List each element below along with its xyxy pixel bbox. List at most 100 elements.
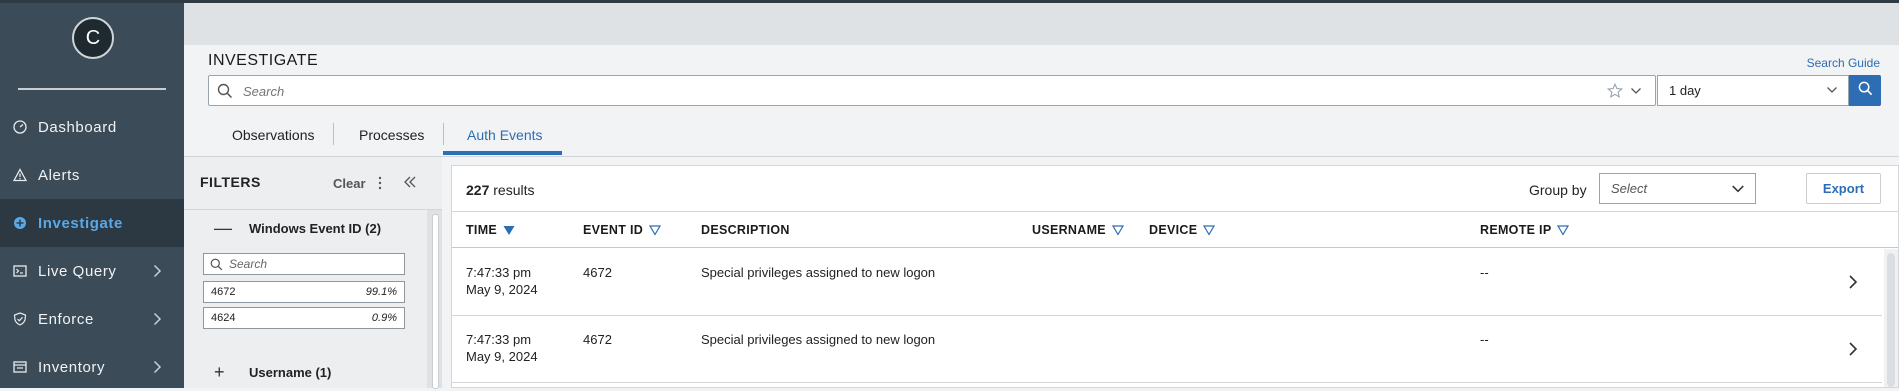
cell-remote-ip: --	[1480, 265, 1489, 280]
group-by-select[interactable]: Select	[1599, 173, 1756, 204]
app-logo[interactable]: C	[72, 17, 114, 59]
filter-sort-icon[interactable]	[1557, 224, 1570, 236]
cell-remote-ip: --	[1480, 332, 1489, 347]
filter-group-username[interactable]: + Username (1)	[184, 357, 426, 387]
cell-event-id: 4672	[583, 332, 612, 347]
scrollbar-thumb[interactable]	[1887, 253, 1895, 387]
sidebar-item-label: Alerts	[38, 166, 80, 184]
time-value: 7:47:33 pm	[466, 332, 532, 347]
collapse-toggle-icon[interactable]: —	[214, 218, 232, 239]
saved-search-dropdown-icon[interactable]	[1630, 84, 1642, 102]
sidebar-item-label: Live Query	[38, 262, 117, 280]
chevron-down-icon	[1826, 84, 1838, 99]
filters-header: FILTERS Clear	[184, 157, 442, 210]
filter-search-placeholder: Search	[229, 257, 268, 271]
results-count-number: 227	[466, 182, 490, 198]
scrollbar-thumb[interactable]	[432, 214, 439, 389]
filter-group-label: Username (1)	[249, 364, 332, 380]
time-value: 7:47:33 pm	[466, 265, 532, 280]
column-header-remote-ip[interactable]: REMOTE IP	[1480, 212, 1570, 248]
filter-search-input[interactable]: Search	[203, 253, 405, 275]
group-by-label: Group by	[1529, 182, 1587, 198]
sidebar-item-live-query[interactable]: Live Query	[0, 247, 184, 295]
logo-letter: C	[85, 26, 101, 49]
filter-sort-icon[interactable]	[649, 224, 662, 236]
export-button[interactable]: Export	[1806, 173, 1881, 204]
cell-description: Special privileges assigned to new logon	[701, 265, 936, 280]
sidebar-item-investigate[interactable]: Investigate	[0, 199, 184, 247]
page-title: INVESTIGATE	[208, 52, 319, 69]
cell-time: 7:47:33 pm May 9, 2024	[466, 264, 538, 298]
filter-value-percent: 99.1%	[365, 286, 397, 298]
star-icon[interactable]	[1606, 82, 1624, 104]
filter-value-4672[interactable]: 4672 99.1%	[203, 281, 405, 303]
terminal-icon	[12, 263, 28, 279]
investigate-icon	[12, 215, 28, 231]
cell-time: 7:47:33 pm May 9, 2024	[466, 331, 538, 365]
group-by-placeholder: Select	[1611, 181, 1648, 196]
top-bar	[184, 3, 1899, 45]
column-header-event-id[interactable]: EVENT ID	[583, 212, 662, 248]
chevron-right-icon[interactable]	[1844, 340, 1862, 363]
chevron-right-icon	[148, 310, 166, 328]
search-bar	[208, 75, 1656, 107]
tab-auth-events[interactable]: Auth Events	[467, 115, 543, 154]
sidebar-item-dashboard[interactable]: Dashboard	[0, 103, 184, 151]
sidebar-item-inventory[interactable]: Inventory	[0, 343, 184, 391]
sort-desc-icon[interactable]	[503, 225, 515, 236]
results-panel: 227 results Group by Select Export TIME …	[451, 165, 1899, 388]
search-icon	[1858, 81, 1873, 101]
warning-triangle-icon	[12, 167, 28, 183]
tab-processes[interactable]: Processes	[359, 115, 424, 154]
shield-check-icon	[12, 311, 28, 327]
search-icon	[210, 258, 223, 276]
filter-sort-icon[interactable]	[1111, 224, 1124, 236]
chevron-right-icon[interactable]	[1844, 273, 1862, 296]
results-count-suffix: results	[493, 182, 535, 198]
column-label: EVENT ID	[583, 223, 644, 237]
filters-title: FILTERS	[200, 174, 261, 190]
column-header-description: DESCRIPTION	[701, 212, 790, 248]
results-count: 227 results	[466, 182, 534, 198]
table-row[interactable]: 7:47:33 pm May 9, 2024 4672 Special privi…	[452, 316, 1882, 383]
column-header-username[interactable]: USERNAME	[1032, 212, 1124, 248]
collapse-panel-icon[interactable]	[403, 175, 417, 194]
filter-value-4624[interactable]: 4624 0.9%	[203, 307, 405, 329]
inventory-icon	[12, 359, 28, 375]
column-label: REMOTE IP	[1480, 223, 1552, 237]
time-range-value: 1 day	[1669, 83, 1701, 98]
column-header-time[interactable]: TIME	[466, 212, 515, 248]
tab-divider	[333, 123, 334, 145]
chevron-down-icon	[1731, 182, 1745, 201]
filter-value-key: 4624	[211, 312, 236, 324]
clear-filters-button[interactable]: Clear	[333, 176, 366, 191]
cell-description: Special privileges assigned to new logon	[701, 332, 936, 347]
filter-group-windows-event-id[interactable]: — Windows Event ID (2)	[184, 213, 426, 243]
more-options-icon[interactable]	[377, 175, 383, 196]
column-label: DEVICE	[1149, 223, 1198, 237]
sidebar-divider	[18, 88, 166, 90]
column-label: DESCRIPTION	[701, 223, 790, 237]
active-tab-indicator	[443, 151, 562, 155]
column-label: TIME	[466, 223, 498, 237]
tab-divider	[443, 123, 444, 145]
sidebar-item-enforce[interactable]: Enforce	[0, 295, 184, 343]
filter-sort-icon[interactable]	[1203, 224, 1216, 236]
time-range-select[interactable]: 1 day	[1657, 75, 1849, 106]
search-input[interactable]	[241, 76, 1575, 107]
search-button[interactable]	[1849, 75, 1881, 106]
chevron-right-icon	[148, 262, 166, 280]
filters-scrollbar[interactable]	[427, 210, 442, 389]
cell-event-id: 4672	[583, 265, 612, 280]
search-guide-link[interactable]: Search Guide	[1807, 56, 1880, 70]
sidebar-item-alerts[interactable]: Alerts	[0, 151, 184, 199]
expand-toggle-icon[interactable]: +	[214, 362, 225, 383]
column-header-device[interactable]: DEVICE	[1149, 212, 1216, 248]
search-icon	[217, 83, 233, 104]
chevron-right-icon	[148, 358, 166, 376]
table-row[interactable]: 7:47:33 pm May 9, 2024 4672 Special privi…	[452, 249, 1882, 316]
filter-group-label: Windows Event ID (2)	[249, 220, 382, 236]
results-scrollbar[interactable]	[1884, 249, 1898, 387]
gauge-icon	[12, 119, 28, 135]
tab-observations[interactable]: Observations	[232, 115, 314, 154]
